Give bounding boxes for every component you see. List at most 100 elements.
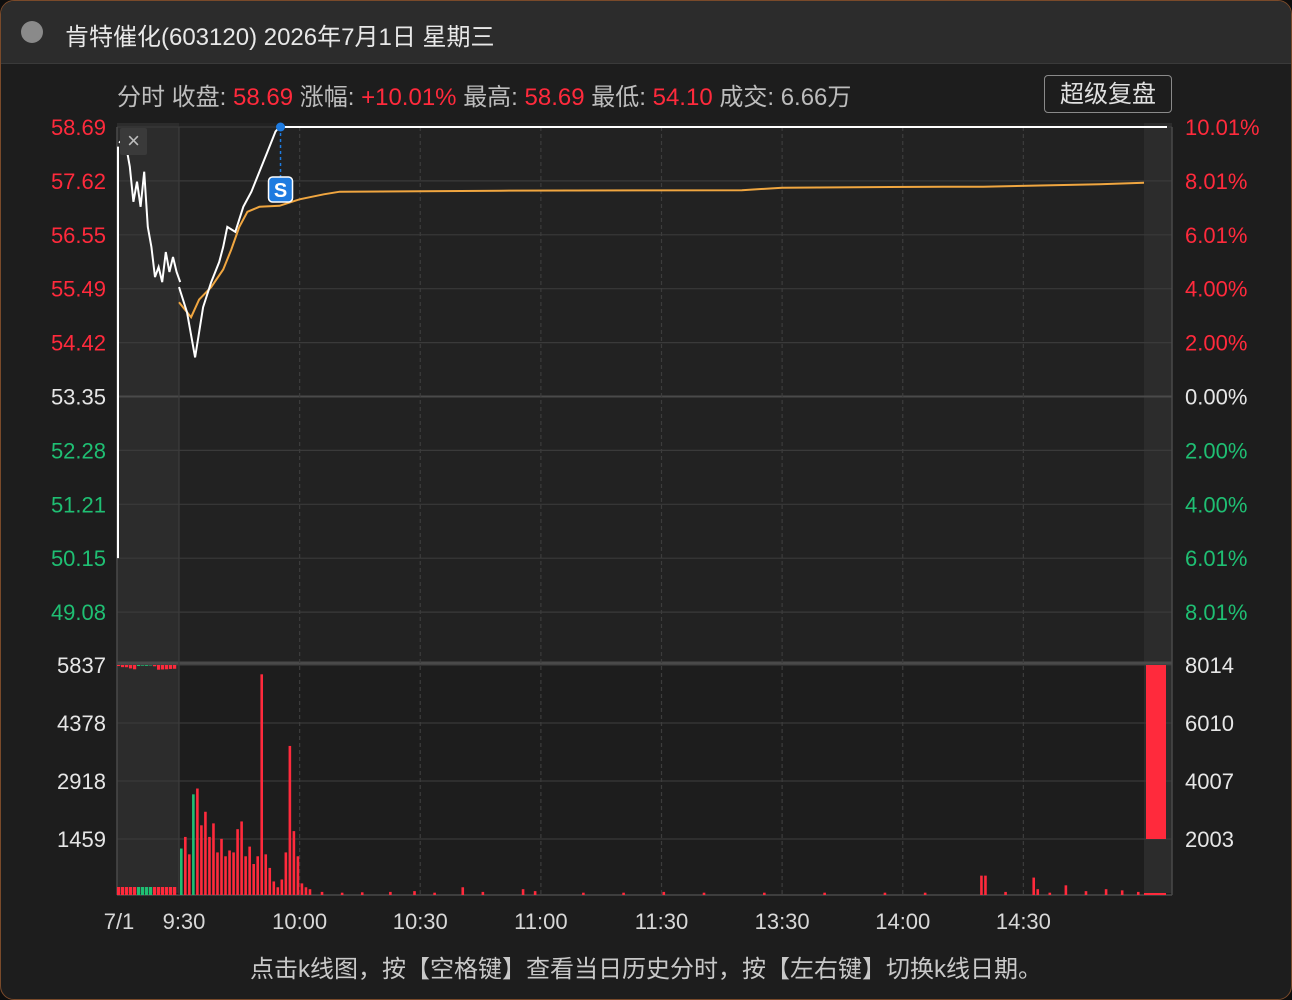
premarket-volume-bar bbox=[129, 665, 133, 669]
premarket-volume-bar bbox=[161, 665, 165, 670]
volume-tick-right: 4007 bbox=[1185, 769, 1234, 794]
premarket-volume-bar bbox=[137, 665, 141, 667]
volume-bar bbox=[204, 811, 207, 895]
price-tick-left: 56.55 bbox=[51, 223, 106, 248]
volume-bar bbox=[268, 867, 272, 895]
price-panel-bg bbox=[117, 123, 1172, 663]
volume-bar bbox=[433, 892, 436, 895]
volume-tick-right: 8014 bbox=[1185, 653, 1234, 678]
volume-bar bbox=[228, 850, 231, 895]
volume-bar bbox=[236, 829, 239, 895]
time-tick: 11:30 bbox=[635, 909, 688, 934]
hide-premarket-button[interactable]: × bbox=[120, 128, 147, 155]
time-tick: 7/1 bbox=[104, 909, 135, 934]
hint-text: 点击k线图，按【空格键】查看当日历史分时，按【左右键】切换k线日期。 bbox=[250, 956, 1042, 983]
volume-bar bbox=[252, 864, 255, 895]
volume-value: 6.66万 bbox=[780, 84, 852, 111]
super-review-button[interactable]: 超级复盘 bbox=[1044, 75, 1172, 113]
volume-bar bbox=[763, 892, 766, 895]
premarket-volume-base bbox=[121, 887, 125, 895]
volume-bar bbox=[276, 887, 280, 895]
premarket-volume-base bbox=[169, 887, 173, 895]
premarket-volume-bar bbox=[141, 665, 145, 666]
high-value: 58.69 bbox=[524, 84, 585, 111]
volume-bar bbox=[1048, 892, 1052, 895]
volume-bar bbox=[1136, 891, 1140, 895]
close-window-icon[interactable] bbox=[21, 21, 43, 43]
volume-bar bbox=[340, 892, 344, 895]
volume-bar bbox=[272, 881, 276, 895]
premarket-volume-bar bbox=[117, 665, 121, 667]
premarket-volume-bar bbox=[149, 665, 153, 666]
change-value: +10.01% bbox=[361, 84, 457, 111]
window-title: 肯特催化(603120) 2026年7月1日 星期三 bbox=[65, 24, 495, 51]
volume-axis-labels: 5837 4378 2918 1459 8014 6010 4007 2003 bbox=[57, 653, 1234, 852]
volume-bar bbox=[1104, 889, 1108, 895]
premarket-volume-base bbox=[125, 887, 129, 895]
volume-bar bbox=[220, 838, 223, 895]
volume-bar bbox=[320, 891, 324, 895]
volume-bar bbox=[461, 887, 465, 895]
volume-tick-right: 6010 bbox=[1185, 711, 1234, 736]
volume-tick-right: 2003 bbox=[1185, 827, 1234, 852]
volume-bar bbox=[1084, 891, 1088, 895]
volume-bar bbox=[212, 823, 215, 895]
premarket-volume-base bbox=[165, 887, 169, 895]
percent-tick-right: 4.00% bbox=[1185, 277, 1247, 302]
volume-tick-left: 2918 bbox=[57, 769, 106, 794]
volume-bar bbox=[413, 891, 416, 895]
volume-label: 成交: bbox=[719, 84, 775, 111]
premarket-volume-bar bbox=[173, 665, 177, 669]
volume-bar bbox=[248, 846, 251, 895]
volume-bar bbox=[244, 856, 247, 895]
premarket-volume-bar bbox=[157, 665, 161, 670]
premarket-volume-bar bbox=[153, 665, 157, 667]
marker-label: S bbox=[274, 180, 287, 202]
volume-bar bbox=[1036, 889, 1040, 895]
percent-tick-right: 6.01% bbox=[1185, 223, 1247, 248]
volume-bar bbox=[300, 883, 304, 895]
volume-bar bbox=[702, 892, 706, 895]
postmarket-volume-bar bbox=[1146, 665, 1166, 839]
volume-bar bbox=[622, 892, 625, 895]
volume-bar bbox=[521, 889, 525, 895]
premarket-volume-base bbox=[141, 887, 145, 895]
close-icon[interactable]: × bbox=[127, 128, 140, 153]
price-tick-left: 49.08 bbox=[51, 600, 106, 625]
premarket-volume-base bbox=[149, 887, 153, 895]
volume-bar bbox=[208, 836, 211, 895]
price-tick-left: 55.49 bbox=[51, 277, 106, 302]
volume-bar bbox=[180, 848, 183, 895]
volume-bar bbox=[184, 836, 187, 895]
volume-bar bbox=[923, 892, 927, 895]
percent-tick-right: 4.00% bbox=[1185, 492, 1247, 517]
price-tick-left: 53.35 bbox=[51, 385, 106, 410]
time-tick: 10:30 bbox=[393, 909, 448, 934]
close-value: 58.69 bbox=[233, 84, 294, 111]
price-tick-left: 58.69 bbox=[51, 115, 106, 140]
premarket-volume-base bbox=[117, 887, 121, 895]
percent-tick-right: 10.01% bbox=[1185, 115, 1260, 140]
percent-tick-right: 8.01% bbox=[1185, 600, 1247, 625]
volume-tick-left: 4378 bbox=[57, 711, 106, 736]
volume-bar bbox=[481, 891, 485, 895]
high-label: 最高: bbox=[463, 84, 518, 111]
time-tick: 10:00 bbox=[272, 909, 327, 934]
premarket-volume-base bbox=[173, 887, 177, 895]
volume-bar bbox=[1064, 885, 1068, 895]
price-tick-left: 51.21 bbox=[51, 492, 106, 517]
time-tick: 9:30 bbox=[163, 909, 206, 934]
price-tick-left: 52.28 bbox=[51, 438, 106, 463]
volume-bar bbox=[1120, 890, 1124, 895]
premarket-volume-bar bbox=[133, 665, 137, 670]
volume-bar bbox=[288, 745, 292, 895]
volume-bars bbox=[117, 665, 1166, 895]
volume-bar bbox=[360, 892, 364, 895]
volume-bar bbox=[256, 856, 259, 895]
volume-bar bbox=[292, 831, 296, 895]
volume-bar bbox=[662, 891, 666, 895]
premarket-volume-base bbox=[133, 887, 137, 895]
volume-bar bbox=[304, 887, 308, 895]
percent-tick-right: 2.00% bbox=[1185, 331, 1247, 356]
intraday-chart[interactable]: 58.69 57.62 56.55 55.49 54.42 53.35 52.28 51.21… bbox=[1, 113, 1291, 943]
